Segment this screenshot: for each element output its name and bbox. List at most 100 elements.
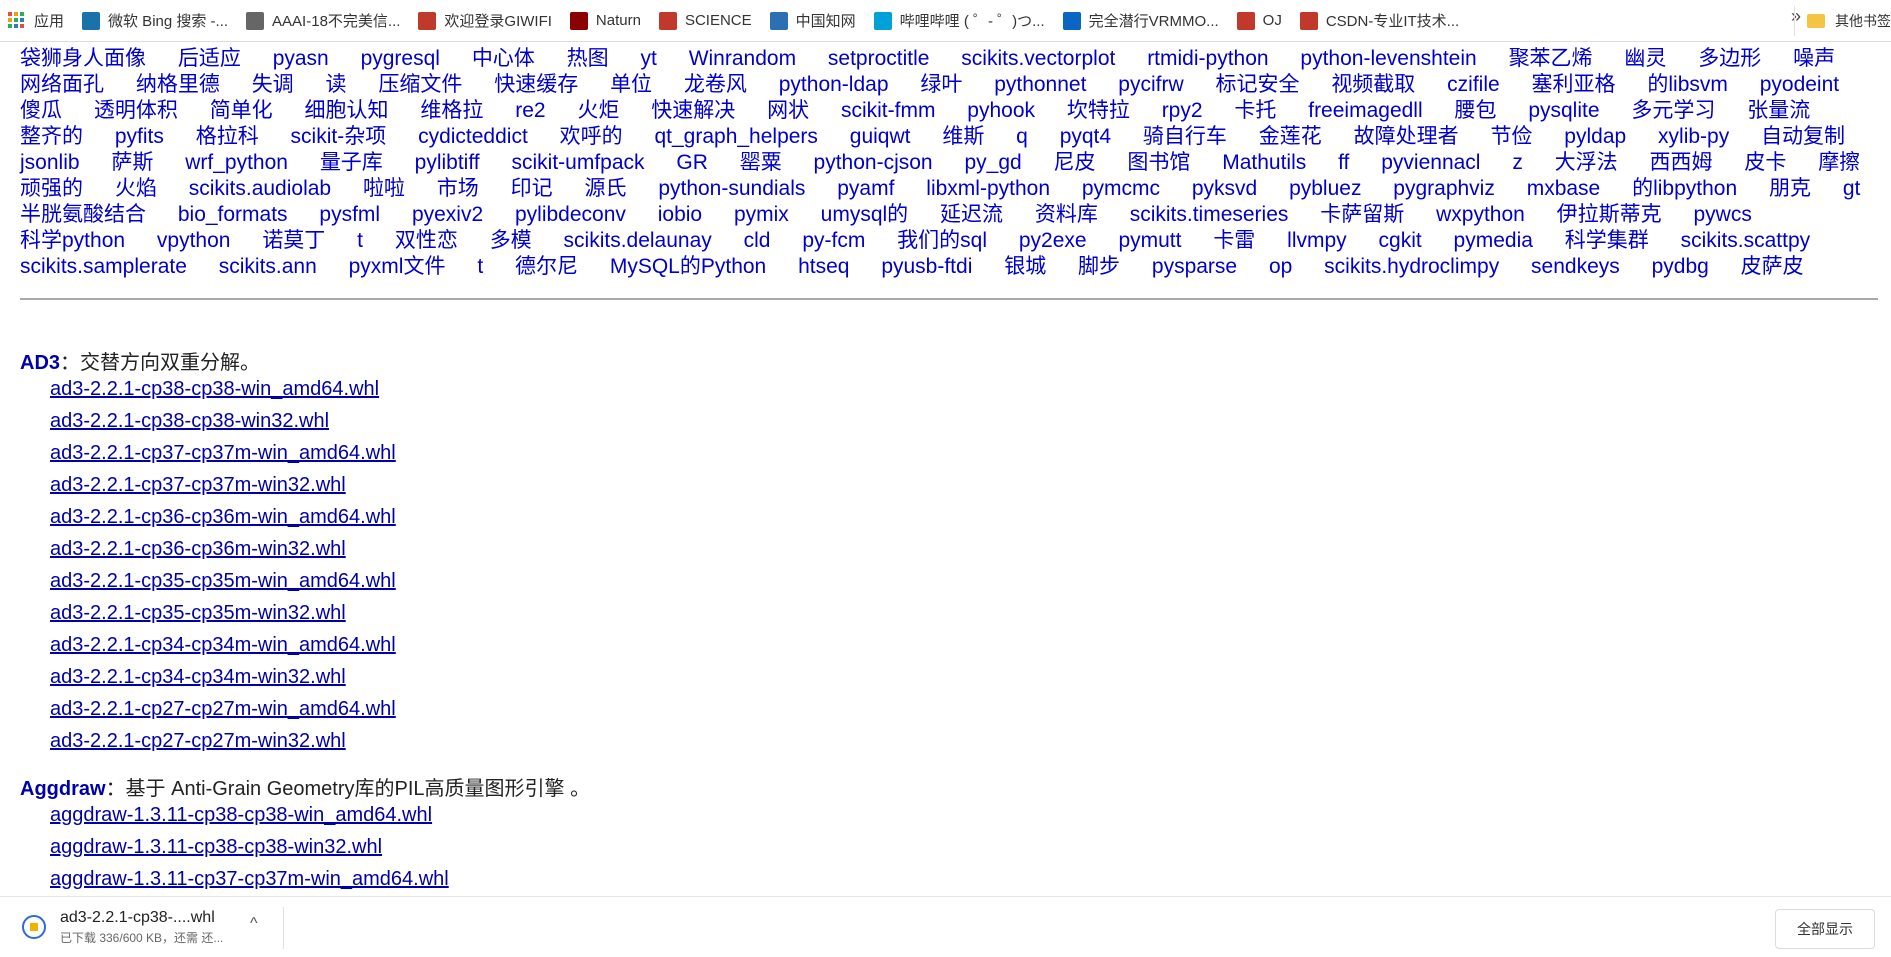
package-index-link[interactable]: cgkit — [1379, 229, 1422, 252]
wheel-download-link[interactable]: ad3-2.2.1-cp36-cp36m-win32.whl — [50, 538, 346, 561]
package-index-link[interactable]: rtmidi-python — [1147, 47, 1268, 70]
package-index-link[interactable]: pyamf — [837, 177, 894, 200]
package-index-link[interactable]: 图书馆 — [1127, 151, 1190, 174]
bookmark-item[interactable]: AAAI-18不完美信... — [238, 6, 410, 36]
package-index-link[interactable]: 延迟流 — [940, 203, 1003, 226]
package-index-link[interactable]: scikit-fmm — [841, 99, 935, 122]
wheel-download-link[interactable]: ad3-2.2.1-cp34-cp34m-win_amd64.whl — [50, 634, 396, 657]
package-index-link[interactable]: pysqlite — [1528, 99, 1599, 122]
package-index-link[interactable]: 单位 — [610, 73, 652, 96]
package-index-link[interactable]: scikits.hydroclimpy — [1324, 255, 1499, 278]
package-index-link[interactable]: Mathutils — [1222, 151, 1306, 174]
bookmark-item[interactable]: SCIENCE — [651, 6, 762, 36]
package-index-link[interactable]: 快速缓存 — [494, 73, 578, 96]
bookmark-item[interactable]: CSDN-专业IT技术... — [1292, 6, 1469, 36]
package-index-link[interactable]: 欢呼的 — [560, 125, 623, 148]
package-index-link[interactable]: scikits.timeseries — [1130, 203, 1289, 226]
package-index-link[interactable]: 维格拉 — [420, 99, 483, 122]
package-index-link[interactable]: 罂粟 — [740, 151, 782, 174]
package-index-link[interactable]: scikits.delaunay — [564, 229, 712, 252]
chevron-up-icon[interactable]: ^ — [250, 915, 258, 933]
package-index-link[interactable]: 聚苯乙烯 — [1509, 47, 1593, 70]
package-index-link[interactable]: scikits.ann — [219, 255, 317, 278]
package-index-link[interactable]: 萨斯 — [111, 151, 153, 174]
package-index-link[interactable]: pyhook — [967, 99, 1035, 122]
package-index-link[interactable]: 读 — [326, 73, 347, 96]
package-index-link[interactable]: scikits.samplerate — [20, 255, 187, 278]
package-index-link[interactable]: pybluez — [1289, 177, 1361, 200]
package-index-link[interactable]: 故障处理者 — [1354, 125, 1459, 148]
package-index-link[interactable]: 西西姆 — [1650, 151, 1713, 174]
package-index-link[interactable]: 金莲花 — [1259, 125, 1322, 148]
package-index-link[interactable]: 火焰 — [115, 177, 157, 200]
package-index-link[interactable]: gt — [1843, 177, 1861, 200]
package-index-link[interactable]: guiqwt — [850, 125, 911, 148]
package-index-link[interactable]: pymix — [734, 203, 789, 226]
package-index-link[interactable]: wrf_python — [185, 151, 288, 174]
bookmark-item[interactable]: 完全潜行VRMMO... — [1055, 6, 1229, 36]
package-index-link[interactable]: 多模 — [490, 229, 532, 252]
package-index-link[interactable]: pydbg — [1652, 255, 1709, 278]
wheel-download-link[interactable]: aggdraw-1.3.11-cp38-cp38-win32.whl — [50, 836, 382, 859]
package-index-link[interactable]: 快速解决 — [651, 99, 735, 122]
package-index-link[interactable]: 骑自行车 — [1143, 125, 1227, 148]
package-index-link[interactable]: sendkeys — [1531, 255, 1620, 278]
package-index-link[interactable]: 量子库 — [320, 151, 383, 174]
package-index-link[interactable]: mxbase — [1527, 177, 1601, 200]
package-index-link[interactable]: 网状 — [767, 99, 809, 122]
package-index-link[interactable]: scikit-杂项 — [291, 125, 387, 148]
package-index-link[interactable]: py2exe — [1019, 229, 1087, 252]
package-index-link[interactable]: 后适应 — [178, 47, 241, 70]
package-index-link[interactable]: htseq — [798, 255, 849, 278]
package-index-link[interactable]: re2 — [515, 99, 545, 122]
package-index-link[interactable]: 多边形 — [1698, 47, 1761, 70]
wheel-download-link[interactable]: ad3-2.2.1-cp37-cp37m-win_amd64.whl — [50, 442, 396, 465]
package-index-link[interactable]: setproctitle — [828, 47, 930, 70]
package-index-link[interactable]: pygraphviz — [1393, 177, 1495, 200]
wheel-download-link[interactable]: ad3-2.2.1-cp27-cp27m-win_amd64.whl — [50, 698, 396, 721]
package-index-link[interactable]: 资料库 — [1035, 203, 1098, 226]
package-index-link[interactable]: 细胞认知 — [305, 99, 389, 122]
wheel-download-link[interactable]: ad3-2.2.1-cp38-cp38-win_amd64.whl — [50, 378, 379, 401]
package-index-link[interactable]: pylibdeconv — [515, 203, 626, 226]
wheel-download-link[interactable]: ad3-2.2.1-cp38-cp38-win32.whl — [50, 410, 329, 433]
bookmark-item[interactable]: 欢迎登录GIWIFI — [410, 6, 562, 36]
package-index-link[interactable]: 格拉科 — [196, 125, 259, 148]
package-index-link[interactable]: 袋狮身人面像 — [20, 47, 146, 70]
package-index-link[interactable]: libxml-python — [926, 177, 1050, 200]
package-index-link[interactable]: 中心体 — [472, 47, 535, 70]
package-index-link[interactable]: 维斯 — [942, 125, 984, 148]
package-index-link[interactable]: pywcs — [1694, 203, 1752, 226]
package-index-link[interactable]: 皮萨皮 — [1741, 255, 1804, 278]
bookmark-item[interactable]: Naturn — [562, 6, 651, 36]
package-index-link[interactable]: 视频截取 — [1331, 73, 1415, 96]
package-index-link[interactable]: 张量流 — [1747, 99, 1810, 122]
package-index-link[interactable]: 网络面孔 — [20, 73, 104, 96]
package-index-link[interactable]: iobio — [658, 203, 702, 226]
package-index-link[interactable]: 朋克 — [1769, 177, 1811, 200]
package-index-link[interactable]: pythonnet — [994, 73, 1086, 96]
package-index-link[interactable]: 大浮法 — [1555, 151, 1618, 174]
package-index-link[interactable]: 节俭 — [1490, 125, 1532, 148]
package-index-link[interactable]: 卡托 — [1234, 99, 1276, 122]
download-item[interactable]: ad3-2.2.1-cp38-....whl 已下载 336/600 KB，还需… — [18, 907, 284, 949]
package-index-link[interactable]: llvmpy — [1287, 229, 1347, 252]
package-index-link[interactable]: pycifrw — [1118, 73, 1183, 96]
package-index-link[interactable]: 印记 — [511, 177, 553, 200]
package-index-link[interactable]: 卡雷 — [1213, 229, 1255, 252]
package-index-link[interactable]: 顽强的 — [20, 177, 83, 200]
package-index-link[interactable]: pyldap — [1564, 125, 1626, 148]
bookmark-item[interactable]: 应用 — [0, 6, 74, 36]
package-index-link[interactable]: 我们的sql — [897, 229, 987, 252]
package-index-link[interactable]: 龙卷风 — [684, 73, 747, 96]
package-index-link[interactable]: 双性恋 — [395, 229, 458, 252]
package-index-link[interactable]: qt_graph_helpers — [654, 125, 817, 148]
package-index-link[interactable]: 源氏 — [584, 177, 626, 200]
package-index-link[interactable]: 腰包 — [1454, 99, 1496, 122]
package-index-link[interactable]: pymcmc — [1082, 177, 1160, 200]
package-index-link[interactable]: 绿叶 — [920, 73, 962, 96]
wheel-download-link[interactable]: ad3-2.2.1-cp34-cp34m-win32.whl — [50, 666, 346, 689]
package-index-link[interactable]: 卡萨留斯 — [1320, 203, 1404, 226]
wheel-download-link[interactable]: ad3-2.2.1-cp27-cp27m-win32.whl — [50, 730, 346, 753]
package-index-link[interactable]: 尼皮 — [1054, 151, 1096, 174]
